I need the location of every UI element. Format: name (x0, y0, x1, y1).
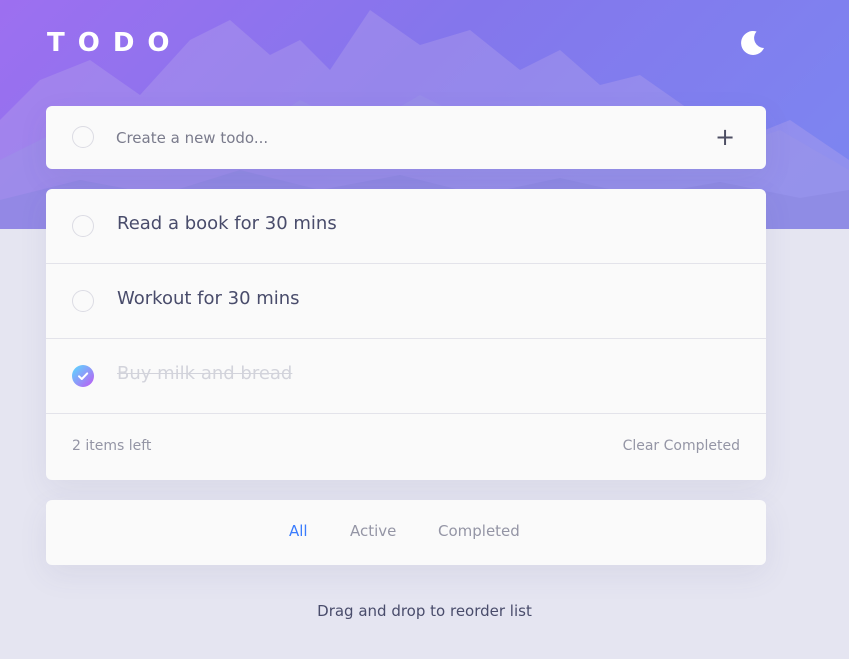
todo-check-circle[interactable] (72, 290, 94, 312)
plus-icon: + (714, 123, 736, 151)
todo-text: Buy milk and bread (117, 363, 293, 384)
todo-list: Read a book for 30 mins Workout for 30 m… (46, 189, 766, 480)
todo-item[interactable]: Read a book for 30 mins (46, 189, 766, 264)
items-left-count: 2 items left (72, 438, 152, 454)
todo-item[interactable]: Workout for 30 mins (46, 264, 766, 339)
filter-active[interactable]: Active (350, 522, 396, 540)
todo-text: Read a book for 30 mins (117, 213, 337, 234)
list-footer: 2 items left Clear Completed (46, 415, 766, 480)
filter-all[interactable]: All (289, 522, 308, 540)
todo-item-completed[interactable]: Buy milk and bread (46, 339, 766, 414)
checked-circle[interactable] (72, 365, 94, 387)
filter-completed[interactable]: Completed (438, 522, 520, 540)
filter-bar: All Active Completed (46, 500, 766, 565)
new-todo-check-circle[interactable] (72, 126, 94, 148)
app-title: TODO (47, 28, 183, 58)
check-icon (78, 372, 89, 380)
new-todo-input[interactable] (114, 124, 678, 152)
new-todo-bar: + (46, 106, 766, 169)
theme-toggle-button[interactable] (737, 28, 767, 58)
reorder-hint: Drag and drop to reorder list (317, 602, 532, 620)
todo-text: Workout for 30 mins (117, 288, 300, 309)
moon-icon (741, 31, 764, 56)
clear-completed-button[interactable]: Clear Completed (623, 438, 740, 454)
todo-check-circle[interactable] (72, 215, 94, 237)
add-todo-button[interactable]: + (712, 124, 738, 150)
